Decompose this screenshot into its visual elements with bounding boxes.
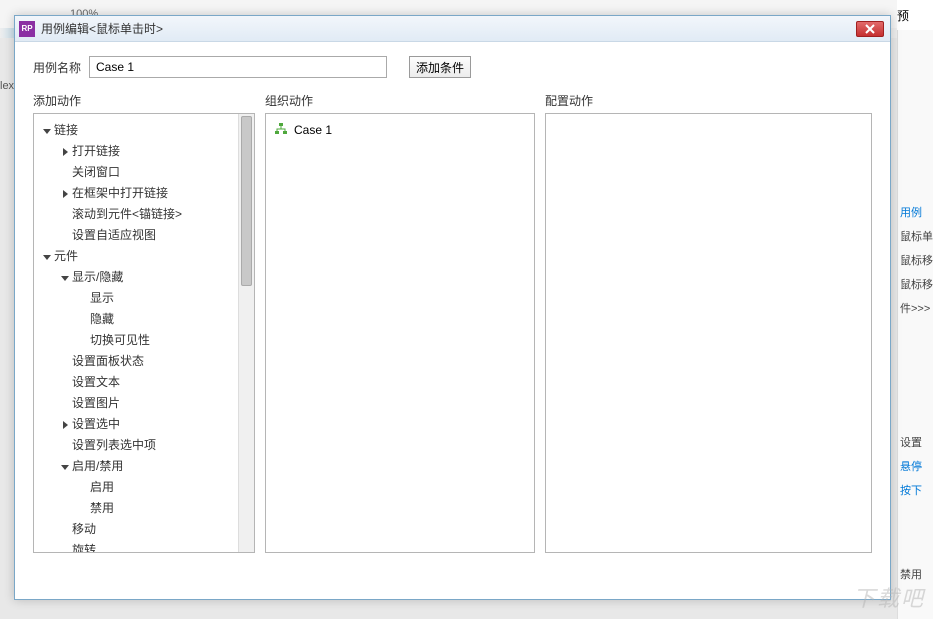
tree-item[interactable]: 启用 <box>38 477 254 498</box>
chevron-down-icon[interactable] <box>42 253 52 261</box>
chevron-right-icon[interactable] <box>60 148 70 156</box>
tree-item[interactable]: 启用/禁用 <box>38 456 254 477</box>
chevron-down-icon[interactable] <box>60 274 70 282</box>
tree-item[interactable]: 设置选中 <box>38 414 254 435</box>
tree-item[interactable]: 元件 <box>38 246 254 267</box>
case-label: Case 1 <box>294 123 332 137</box>
tree-item[interactable]: 在框架中打开链接 <box>38 183 254 204</box>
tree-item-label: 移动 <box>72 519 96 540</box>
panel-header-add-actions: 添加动作 <box>33 92 265 109</box>
chevron-down-icon[interactable] <box>42 127 52 135</box>
tree-item-label: 设置面板状态 <box>72 351 144 372</box>
tree-item[interactable]: 滚动到元件<锚链接> <box>38 204 254 225</box>
tree-item-label: 显示/隐藏 <box>72 267 123 288</box>
tree-item-label: 滚动到元件<锚链接> <box>72 204 182 225</box>
titlebar[interactable]: RP 用例编辑<鼠标单击时> <box>15 16 890 42</box>
tree-item[interactable]: 显示/隐藏 <box>38 267 254 288</box>
tree-item-label: 设置列表选中项 <box>72 435 156 456</box>
tree-item[interactable]: 显示 <box>38 288 254 309</box>
case-name-label: 用例名称 <box>33 59 81 76</box>
tree-item-label: 在框架中打开链接 <box>72 183 168 204</box>
close-icon <box>865 24 875 34</box>
tree-item-label: 打开链接 <box>72 141 120 162</box>
tree-item-label: 隐藏 <box>90 309 114 330</box>
side-item[interactable]: 件>>> <box>898 296 933 320</box>
side-item[interactable]: 按下 <box>898 478 933 502</box>
panel-header-configure-actions: 配置动作 <box>545 92 872 109</box>
tree-item[interactable]: 设置列表选中项 <box>38 435 254 456</box>
configure-actions-panel <box>545 113 872 553</box>
tree-item-label: 设置图片 <box>72 393 120 414</box>
scrollbar-thumb[interactable] <box>241 116 252 286</box>
tree-item-label: 设置自适应视图 <box>72 225 156 246</box>
side-item[interactable]: 用例 <box>898 200 933 224</box>
side-item: 禁用 <box>898 562 933 586</box>
tree-item-label: 链接 <box>54 120 78 141</box>
tree-item-label: 切换可见性 <box>90 330 150 351</box>
chevron-right-icon[interactable] <box>60 190 70 198</box>
tree-item-label: 禁用 <box>90 498 114 519</box>
case-icon <box>274 122 288 139</box>
side-item[interactable]: 悬停 <box>898 454 933 478</box>
case-name-input[interactable] <box>89 56 387 78</box>
actions-tree-panel: 链接打开链接关闭窗口在框架中打开链接滚动到元件<锚链接>设置自适应视图元件显示/… <box>33 113 255 553</box>
tree-item[interactable]: 设置文本 <box>38 372 254 393</box>
case-row[interactable]: Case 1 <box>274 120 526 140</box>
bg-left-label: lex <box>0 80 14 92</box>
tree-item[interactable]: 设置自适应视图 <box>38 225 254 246</box>
side-item[interactable]: 鼠标单击 <box>898 224 933 248</box>
tree-item[interactable]: 隐藏 <box>38 309 254 330</box>
tree-item-label: 启用/禁用 <box>72 456 123 477</box>
add-condition-button[interactable]: 添加条件 <box>409 56 471 78</box>
bg-right-top-label: 预 <box>897 7 909 24</box>
tree-item[interactable]: 移动 <box>38 519 254 540</box>
tree-item-label: 关闭窗口 <box>72 162 120 183</box>
tree-item[interactable]: 旋转 <box>38 540 254 552</box>
side-item: 设置 <box>898 430 933 454</box>
case-editor-dialog: RP 用例编辑<鼠标单击时> 用例名称 添加条件 添加动作 组织动作 配置动作 … <box>14 15 891 600</box>
side-item[interactable]: 鼠标移出 <box>898 272 933 296</box>
tree-item[interactable]: 禁用 <box>38 498 254 519</box>
app-icon: RP <box>19 21 35 37</box>
tree-item-label: 设置文本 <box>72 372 120 393</box>
tree-item[interactable]: 设置图片 <box>38 393 254 414</box>
tree-item-label: 显示 <box>90 288 114 309</box>
tree-item-label: 旋转 <box>72 540 96 552</box>
tree-item[interactable]: 打开链接 <box>38 141 254 162</box>
tree-item[interactable]: 设置面板状态 <box>38 351 254 372</box>
tree-item[interactable]: 链接 <box>38 120 254 141</box>
panel-header-organize-actions: 组织动作 <box>265 92 545 109</box>
tree-item-label: 设置选中 <box>72 414 120 435</box>
side-item[interactable]: 鼠标移入 <box>898 248 933 272</box>
scrollbar[interactable] <box>238 114 254 552</box>
bg-right-top: 预 <box>897 0 933 30</box>
chevron-down-icon[interactable] <box>60 463 70 471</box>
bg-right-panel: 用例 鼠标单击 鼠标移入 鼠标移出 件>>> 设置 悬停 按下 禁用 <box>897 30 933 619</box>
close-button[interactable] <box>856 21 884 37</box>
tree-item[interactable]: 切换可见性 <box>38 330 254 351</box>
actions-tree[interactable]: 链接打开链接关闭窗口在框架中打开链接滚动到元件<锚链接>设置自适应视图元件显示/… <box>38 120 254 552</box>
tree-item-label: 启用 <box>90 477 114 498</box>
tree-item-label: 元件 <box>54 246 78 267</box>
window-title: 用例编辑<鼠标单击时> <box>41 20 856 37</box>
tree-item[interactable]: 关闭窗口 <box>38 162 254 183</box>
organize-actions-panel: Case 1 <box>265 113 535 553</box>
chevron-right-icon[interactable] <box>60 421 70 429</box>
